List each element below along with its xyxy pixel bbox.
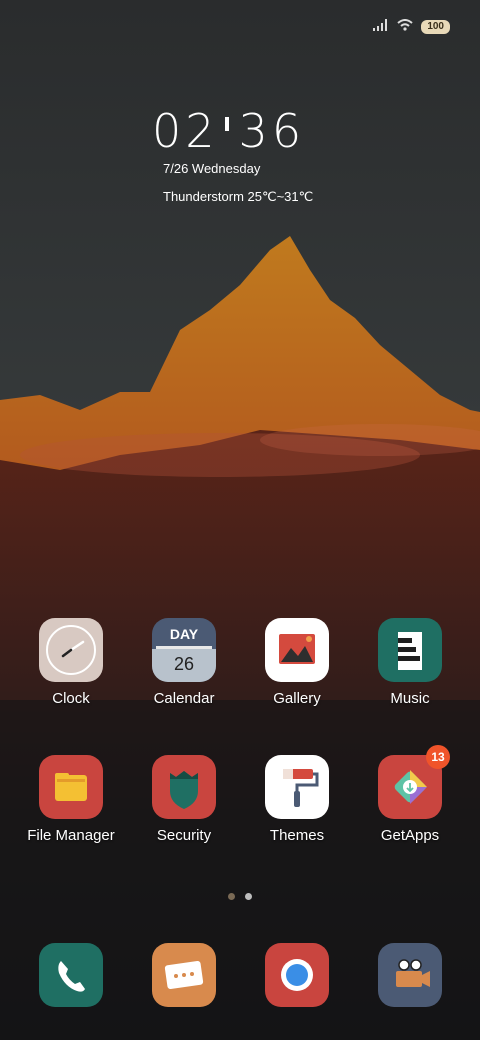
- app-gallery[interactable]: Gallery: [237, 618, 357, 707]
- notification-badge: 13: [426, 745, 450, 769]
- app-getapps[interactable]: 13 GetApps: [350, 745, 470, 844]
- browser-icon: [265, 943, 329, 1007]
- app-label: Calendar: [153, 690, 215, 707]
- app-music[interactable]: Music: [350, 618, 470, 707]
- app-label: Clock: [52, 690, 90, 707]
- weather-text[interactable]: Thunderstorm 25℃~31℃: [163, 189, 313, 205]
- page-dot-2[interactable]: [245, 893, 252, 900]
- status-bar: 100: [373, 18, 450, 36]
- signal-icon: [373, 18, 389, 36]
- page-indicator[interactable]: [228, 893, 252, 900]
- app-label: Themes: [269, 827, 325, 844]
- date-text[interactable]: 7/26 Wednesday: [163, 161, 260, 176]
- calendar-icon: DAY 26: [152, 618, 216, 682]
- calendar-month-text: DAY: [169, 626, 199, 642]
- messages-icon: [152, 943, 216, 1007]
- app-label: GetApps: [380, 827, 440, 844]
- clock-icon: [39, 618, 103, 682]
- app-label: Security: [156, 827, 212, 844]
- lockscreen-time[interactable]: 02 36: [152, 104, 305, 158]
- paint-roller-icon: [265, 755, 329, 819]
- phone-icon: [39, 943, 103, 1007]
- battery-indicator: 100: [421, 20, 450, 34]
- app-file-manager[interactable]: File Manager: [11, 755, 131, 844]
- calendar-day-text: 26: [152, 649, 216, 682]
- app-label: Gallery: [273, 690, 321, 707]
- music-icon: [378, 618, 442, 682]
- app-calendar[interactable]: DAY 26 Calendar: [124, 618, 244, 707]
- camera-icon: [378, 943, 442, 1007]
- dock-browser[interactable]: [265, 943, 329, 1007]
- page-dot-1[interactable]: [228, 893, 235, 900]
- time-minute: 36: [238, 104, 306, 158]
- shield-icon: [152, 755, 216, 819]
- app-security[interactable]: Security: [124, 755, 244, 844]
- gallery-icon: [265, 618, 329, 682]
- time-separator: [224, 116, 229, 131]
- time-hour: 02: [152, 104, 219, 158]
- dock-camera[interactable]: [378, 943, 442, 1007]
- dock-phone[interactable]: [39, 943, 103, 1007]
- app-clock[interactable]: Clock: [11, 618, 131, 707]
- dock-messages[interactable]: [152, 943, 216, 1007]
- app-themes[interactable]: Themes: [237, 755, 357, 844]
- app-label: Music: [390, 690, 430, 707]
- wifi-icon: [397, 18, 413, 36]
- app-label: File Manager: [27, 827, 115, 844]
- folder-icon: [39, 755, 103, 819]
